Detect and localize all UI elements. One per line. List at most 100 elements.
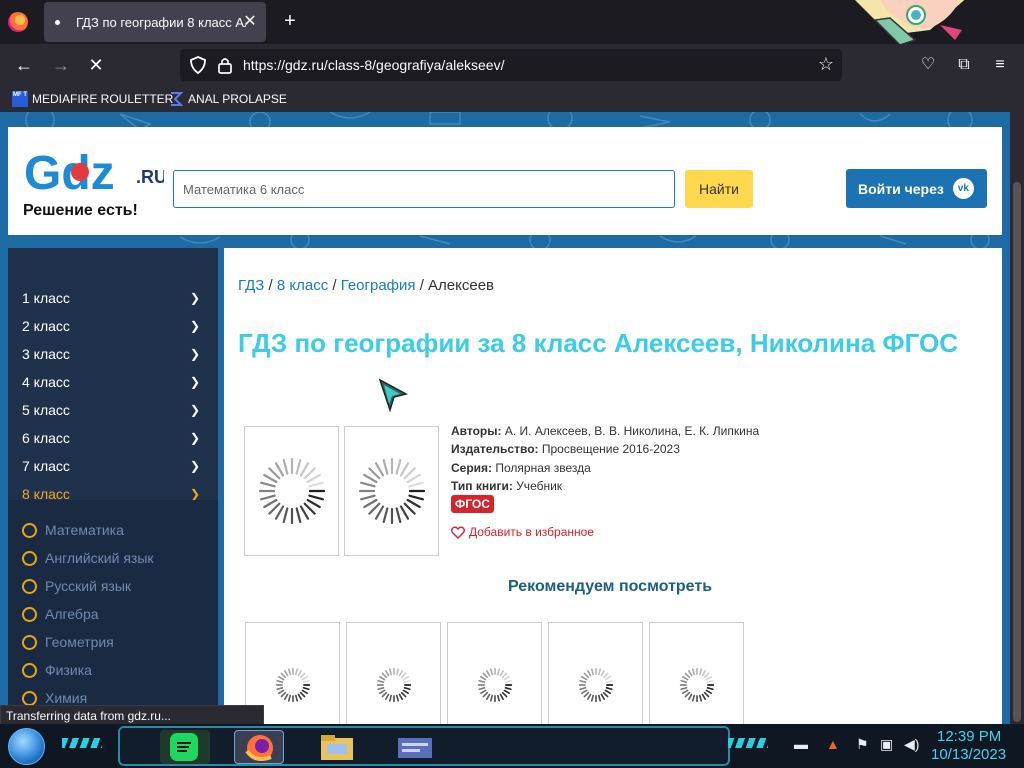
class-label: 7 класс — [22, 458, 70, 474]
forward-arrow-icon[interactable]: → — [48, 53, 74, 77]
subject-item-math[interactable]: Математика — [8, 516, 218, 544]
sidebar-item-class-6[interactable]: 6 класс ❯ — [8, 424, 218, 452]
clock-date[interactable]: 10/13/2023 — [931, 746, 1006, 763]
breadcrumb-home-link[interactable]: ГДЗ — [238, 277, 264, 294]
tab-active[interactable]: ГДЗ по географии 8 класс Алексеев ✕ — [44, 2, 266, 42]
recommended-book-card[interactable] — [548, 622, 643, 724]
flag-icon[interactable]: ⚑ — [856, 736, 869, 753]
ring-icon — [22, 578, 37, 594]
bookmarks-toolbar: MF T MEDIAFIRE ROULETTER ANAL PROLAPSE — [0, 86, 1024, 112]
network-icon[interactable]: ▣ — [880, 736, 893, 753]
new-tab-button[interactable]: + — [279, 10, 301, 32]
subject-item-geometry[interactable]: Геометрия — [8, 628, 218, 656]
file-explorer-icon[interactable] — [312, 730, 362, 764]
vk-login-label: Войти через — [858, 180, 944, 197]
chevron-down-icon: ❯ — [189, 403, 200, 417]
sidebar-item-class-1[interactable]: 1 класс ❯ — [8, 284, 218, 312]
recommended-book-card[interactable] — [649, 622, 744, 724]
clock-time[interactable]: 12:39 PM — [937, 728, 1001, 745]
page-scrollbar[interactable] — [1010, 112, 1024, 724]
add-to-favorites-link[interactable]: Добавить в избранное — [451, 525, 594, 539]
spinner-tick — [705, 676, 712, 681]
bookmark-star-icon[interactable]: ☆ — [818, 54, 834, 75]
sidebar-item-class-2[interactable]: 2 класс ❯ — [8, 312, 218, 340]
vk-login-button[interactable]: Войти через vk — [846, 169, 987, 208]
svg-text:Gdz: Gdz — [24, 147, 115, 195]
volume-icon[interactable]: ◀) — [904, 736, 919, 753]
bookmark-second[interactable]: ANAL PROLAPSE — [168, 90, 287, 108]
loading-spinner-icon — [578, 667, 613, 703]
spinner-tick — [307, 481, 324, 488]
search-input[interactable] — [173, 170, 675, 208]
extensions-icon[interactable]: ⧉ — [952, 53, 976, 77]
taskbar-decoration — [728, 738, 768, 748]
loading-spinner-icon — [376, 667, 411, 703]
tray-app-icon[interactable]: ▲ — [826, 736, 840, 752]
ring-icon — [22, 662, 37, 678]
publisher-value: Просвещение 2016-2023 — [541, 442, 680, 457]
breadcrumb-class-link[interactable]: 8 класс — [277, 277, 328, 294]
search-button[interactable]: Найти — [685, 170, 753, 208]
spinner-tick — [395, 507, 401, 524]
spinner-tick — [706, 679, 714, 683]
shield-icon[interactable] — [188, 55, 208, 75]
subject-item-english[interactable]: Английский язык — [8, 544, 218, 572]
spinner-tick — [701, 670, 706, 677]
book-cover-1[interactable] — [244, 426, 339, 556]
spinner-tick — [691, 694, 695, 702]
series-label: Серия: — [451, 460, 493, 475]
firefox-view-icon[interactable] — [8, 12, 28, 32]
spinner-tick — [489, 694, 493, 702]
spinner-tick — [398, 693, 403, 700]
pocket-icon[interactable]: ♡ — [916, 53, 940, 77]
url-text[interactable]: https://gdz.ru/class-8/geografiya/alekse… — [243, 57, 504, 73]
spinner-tick — [381, 691, 387, 698]
book-cover-2[interactable] — [344, 426, 439, 556]
spinner-tick — [407, 494, 424, 501]
scrollbar-thumb[interactable] — [1013, 182, 1021, 722]
subject-item-physics[interactable]: Физика — [8, 656, 218, 684]
url-bar[interactable]: https://gdz.ru/class-8/geografiya/alekse… — [180, 49, 842, 81]
spinner-tick — [578, 679, 586, 683]
sidebar-item-class-4[interactable]: 4 класс ❯ — [8, 368, 218, 396]
subject-item-russian[interactable]: Русский язык — [8, 572, 218, 600]
class-label: 6 класс — [22, 430, 70, 446]
book-info: Авторы: А. И. Алексеев, В. В. Николина, … — [451, 422, 759, 495]
lock-icon[interactable] — [217, 56, 233, 74]
spinner-tick — [388, 668, 392, 676]
app-window-icon[interactable] — [390, 730, 440, 764]
recommended-book-card[interactable] — [346, 622, 441, 724]
show-hidden-icons-icon[interactable]: ▬ — [794, 736, 808, 752]
spinner-tick — [679, 687, 687, 691]
spinner-tick — [367, 467, 380, 480]
spinner-tick — [303, 467, 316, 480]
breadcrumb-subject-link[interactable]: География — [341, 277, 416, 294]
subject-label: Геометрия — [45, 634, 114, 650]
loading-spinner-icon — [275, 667, 310, 703]
sidebar-item-class-7[interactable]: 7 класс ❯ — [8, 452, 218, 480]
breadcrumb-separator: / — [264, 277, 277, 294]
subject-label: Алгебра — [45, 606, 99, 622]
tab-close-icon[interactable]: ✕ — [240, 12, 260, 32]
loading-spinner-icon — [679, 667, 714, 703]
recommended-book-card[interactable] — [447, 622, 542, 724]
sidebar-item-class-5[interactable]: 5 класс ❯ — [8, 396, 218, 424]
spinner-tick — [282, 458, 288, 475]
spinner-tick — [485, 670, 490, 677]
bookmark-mediafire[interactable]: MF T MEDIAFIRE ROULETTER — [12, 90, 173, 108]
gdz-logo[interactable]: Gdz .RU — [24, 145, 164, 195]
spinner-tick — [259, 494, 276, 501]
spinner-tick — [297, 670, 302, 677]
stop-loading-icon[interactable]: ✕ — [83, 53, 109, 77]
hamburger-menu-icon[interactable]: ≡ — [988, 53, 1012, 77]
start-button[interactable] — [8, 728, 45, 765]
subject-item-algebra[interactable]: Алгебра — [8, 600, 218, 628]
spinner-tick — [277, 676, 284, 681]
firefox-icon[interactable] — [234, 730, 284, 764]
spinner-tick — [407, 481, 424, 488]
spinner-tick — [274, 462, 284, 477]
back-arrow-icon[interactable]: ← — [11, 53, 37, 77]
spotify-icon[interactable] — [160, 730, 210, 764]
sidebar-item-class-3[interactable]: 3 класс ❯ — [8, 340, 218, 368]
spinner-tick — [362, 473, 378, 484]
